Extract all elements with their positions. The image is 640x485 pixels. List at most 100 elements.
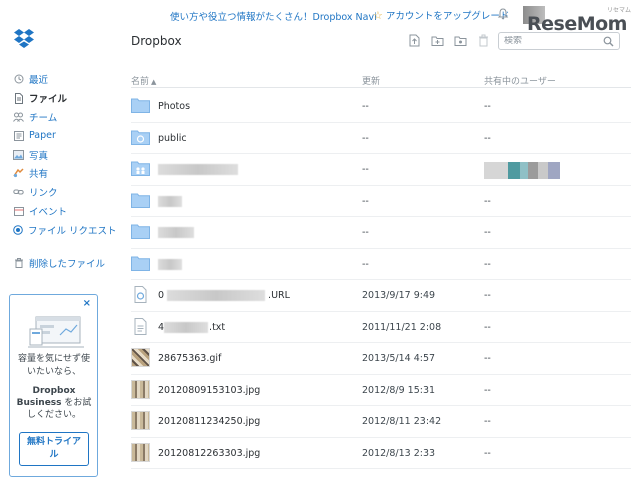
page-title: Dropbox: [131, 34, 182, 48]
modified-date: --: [362, 227, 369, 238]
sidebar-item-recent[interactable]: 最近: [0, 70, 110, 89]
file-request-icon: [13, 224, 23, 235]
photo-icon: [13, 149, 24, 160]
sidebar-item-photos[interactable]: 写真: [0, 145, 110, 164]
table-row[interactable]: 20120809153103.jpg 2012/8/9 15:31 --: [131, 375, 631, 406]
sidebar-item-label: 共有: [29, 169, 49, 181]
dropbox-navi-link[interactable]: 使い方や役立つ情報がたくさん！Dropbox Navi: [170, 9, 377, 23]
file-list: Photos -- -- public -- -- -- -- -- -- --: [131, 91, 631, 469]
file-name[interactable]: 28675363.gif: [158, 353, 221, 364]
table-row[interactable]: --: [131, 154, 631, 186]
table-row[interactable]: 0 .URL 2013/9/17 9:49 --: [131, 280, 631, 312]
close-icon[interactable]: ×: [83, 298, 91, 309]
sidebar-item-label: イベント: [29, 206, 68, 218]
new-shared-folder-icon[interactable]: [454, 34, 467, 47]
search-input[interactable]: [499, 36, 599, 46]
upgrade-account-link[interactable]: ☆ アカウントをアップグレード: [373, 8, 510, 23]
shared-users-avatars: [484, 162, 574, 179]
business-illustration-icon: [28, 316, 84, 348]
toolbar: [408, 34, 490, 47]
image-thumbnail: [131, 411, 150, 430]
search-icon[interactable]: [603, 36, 614, 47]
file-icon: [13, 92, 24, 104]
sidebar-item-deleted-files[interactable]: 削除したファイル: [0, 253, 110, 272]
table-row[interactable]: 20120812263303.jpg 2012/8/13 2:33 --: [131, 438, 631, 469]
modified-date: 2013/5/14 4:57: [362, 353, 436, 364]
sidebar-item-label: 最近: [29, 75, 49, 87]
sidebar-item-files[interactable]: ファイル: [0, 89, 110, 108]
redacted-name: [158, 164, 238, 175]
sidebar-item-label: ファイル: [29, 94, 68, 106]
sidebar-item-events[interactable]: イベント: [0, 202, 110, 221]
file-name[interactable]: public: [158, 133, 187, 144]
modified-date: --: [362, 195, 369, 207]
clock-icon: [13, 74, 24, 85]
modified-date: 2012/8/13 2:33: [362, 447, 436, 459]
public-folder-icon: [131, 130, 150, 145]
star-icon: ☆: [373, 8, 383, 22]
sidebar-item-label: チーム: [29, 112, 58, 124]
table-row[interactable]: 20120811234250.jpg 2012/8/11 23:42 --: [131, 406, 631, 438]
modified-date: --: [362, 258, 369, 270]
sidebar-item-sharing[interactable]: 共有: [0, 164, 110, 183]
column-shared-header[interactable]: 共有中のユーザー: [484, 74, 556, 87]
modified-date: 2011/11/21 2:08: [362, 321, 442, 333]
table-row[interactable]: -- --: [131, 217, 631, 249]
shared-users: --: [484, 290, 491, 301]
folder-icon: [131, 224, 150, 239]
modified-date: --: [362, 164, 369, 175]
dropbox-logo-icon[interactable]: [13, 29, 35, 49]
image-thumbnail: [131, 379, 150, 399]
file-name[interactable]: 20120811234250.jpg: [158, 416, 260, 427]
free-trial-button[interactable]: 無料トライアル: [19, 432, 89, 466]
table-row[interactable]: public -- --: [131, 123, 631, 154]
sidebar-item-paper[interactable]: Paper: [0, 126, 110, 145]
delete-icon[interactable]: [477, 34, 490, 47]
file-name[interactable]: 0 .URL: [158, 290, 290, 301]
file-name[interactable]: 20120812263303.jpg: [158, 448, 260, 459]
text-file-icon: [134, 317, 147, 335]
sidebar-item-links[interactable]: リンク: [0, 183, 110, 202]
sort-ascending-icon: ▲: [151, 78, 157, 86]
paper-icon: [13, 130, 24, 141]
modified-date: 2013/9/17 9:49: [362, 290, 436, 301]
business-promo-card: × 容量を気にせず使いたいなら、 Dropbox Business をお試しくだ…: [9, 294, 98, 477]
table-row[interactable]: 4 .txt 2011/11/21 2:08 --: [131, 312, 631, 343]
url-file-icon: [134, 286, 147, 303]
file-name[interactable]: [158, 164, 238, 175]
column-modified-header[interactable]: 更新: [362, 74, 380, 87]
file-name[interactable]: [158, 227, 194, 238]
sidebar-item-file-requests[interactable]: ファイル リクエスト: [0, 220, 117, 239]
image-thumbnail: [131, 348, 150, 367]
upgrade-label: アカウントをアップグレード: [385, 11, 510, 22]
file-name[interactable]: [158, 195, 182, 207]
shared-users: --: [484, 321, 491, 333]
file-name[interactable]: 20120809153103.jpg: [158, 385, 260, 396]
redacted-name: [158, 258, 182, 270]
shared-users: --: [484, 353, 491, 364]
modified-date: --: [362, 101, 369, 112]
upload-file-icon[interactable]: [408, 34, 421, 47]
table-row[interactable]: 28675363.gif 2013/5/14 4:57 --: [131, 343, 631, 375]
table-row[interactable]: -- --: [131, 249, 631, 280]
share-icon: [13, 168, 24, 179]
file-name[interactable]: [158, 258, 182, 270]
file-name[interactable]: Photos: [158, 101, 190, 112]
shared-users: --: [484, 195, 491, 207]
shared-users: --: [484, 258, 491, 270]
bell-icon[interactable]: [497, 8, 509, 20]
file-name[interactable]: 4 .txt: [158, 321, 225, 333]
table-row[interactable]: -- --: [131, 186, 631, 217]
new-folder-icon[interactable]: [431, 34, 444, 47]
image-thumbnail: [131, 442, 150, 462]
sidebar-item-team[interactable]: チーム: [0, 108, 110, 127]
shared-folder-icon: [131, 161, 150, 176]
promo-line1: 容量を気にせず使いたいなら、: [17, 354, 90, 377]
table-row[interactable]: Photos -- --: [131, 91, 631, 123]
shared-users: --: [484, 227, 491, 238]
sidebar-item-label: リンク: [29, 188, 58, 200]
sidebar-item-label: Paper: [29, 130, 56, 142]
redacted-name: [167, 290, 266, 301]
column-name-header[interactable]: 名前 ▲: [131, 74, 156, 87]
folder-icon: [131, 98, 150, 113]
